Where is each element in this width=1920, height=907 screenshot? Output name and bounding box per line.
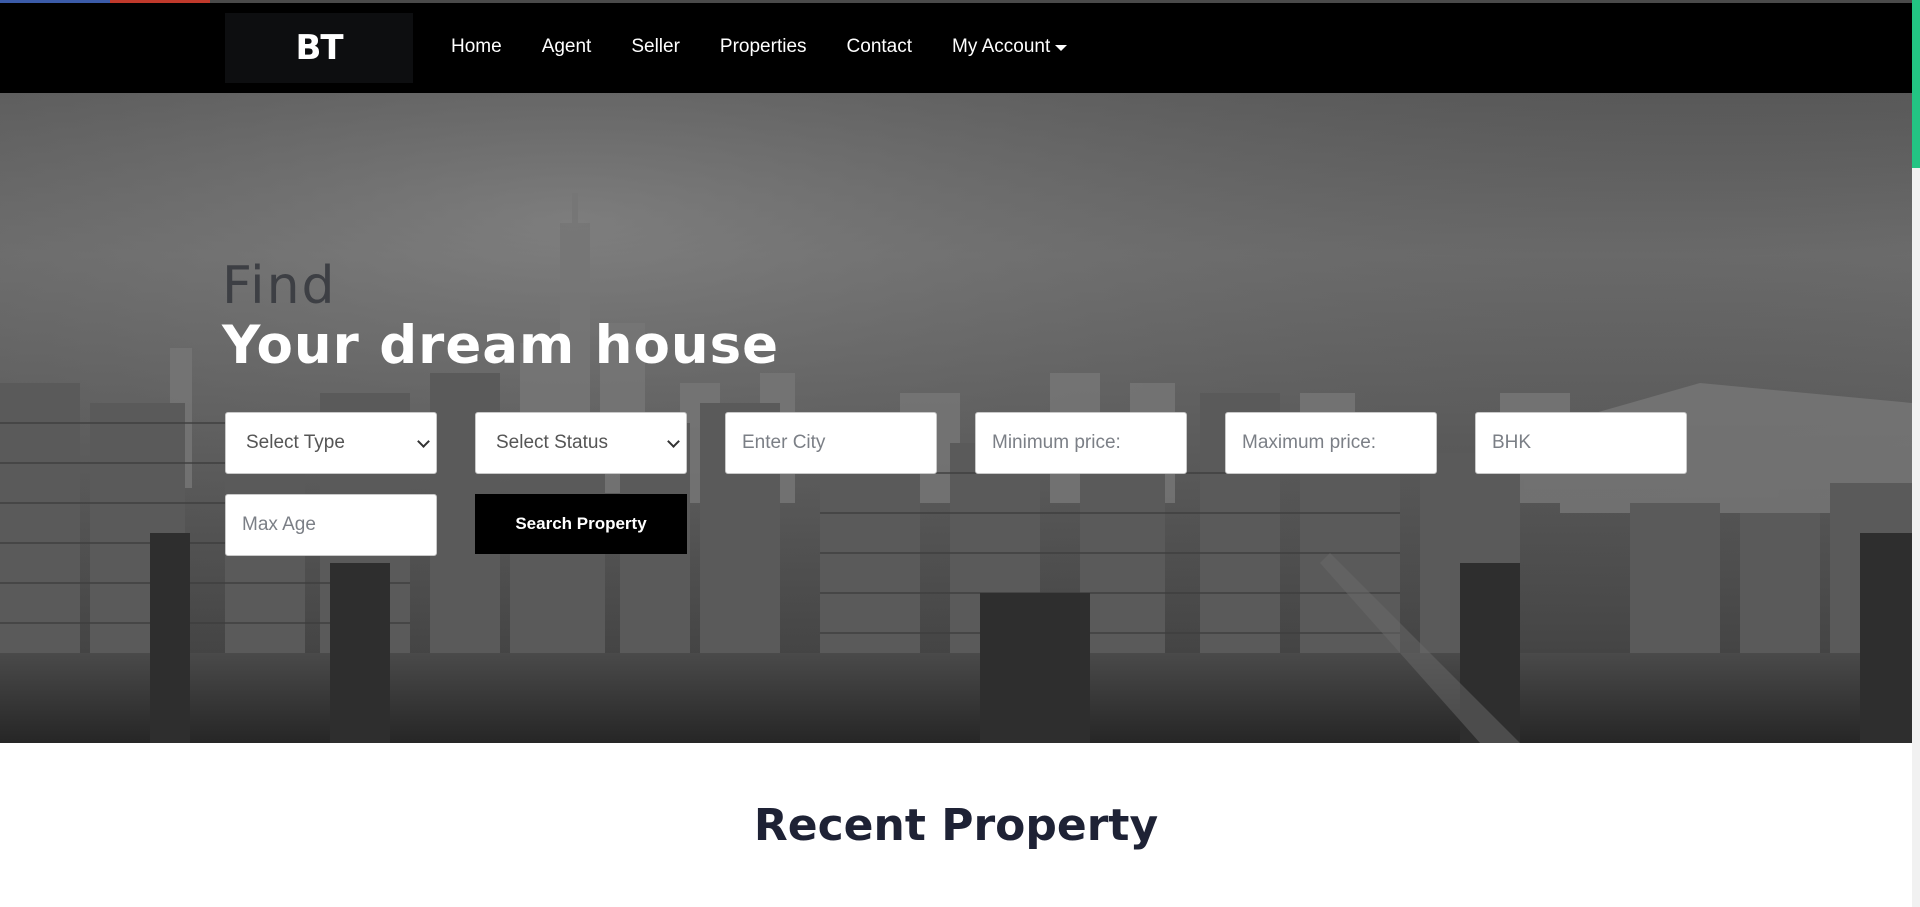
select-status-value: Select Status: [496, 432, 608, 453]
search-property-button[interactable]: Search Property: [475, 494, 687, 554]
nav-link-home[interactable]: Home: [431, 36, 522, 58]
nav-link-contact[interactable]: Contact: [827, 36, 932, 58]
hero-banner: Find Your dream house Select Type Select…: [0, 93, 1912, 743]
min-price-placeholder: Minimum price:: [992, 432, 1121, 453]
page-scrollbar[interactable]: [1912, 0, 1920, 907]
select-status[interactable]: Select Status: [475, 412, 687, 474]
min-price-input[interactable]: Minimum price:: [975, 412, 1187, 474]
nav-my-account-dropdown[interactable]: My Account: [932, 36, 1087, 58]
site-logo[interactable]: BT: [225, 13, 413, 83]
hero-find-label: Find: [222, 256, 337, 316]
chevron-down-icon: [417, 435, 430, 448]
top-strip-blue: [0, 0, 110, 3]
city-input-placeholder: Enter City: [742, 432, 826, 453]
top-strip: [0, 0, 1920, 3]
max-price-input[interactable]: Maximum price:: [1225, 412, 1437, 474]
city-input[interactable]: Enter City: [725, 412, 937, 474]
nav-link-agent[interactable]: Agent: [522, 36, 612, 58]
bhk-placeholder: BHK: [1492, 432, 1532, 453]
select-type-value: Select Type: [246, 432, 345, 453]
recent-property-heading: Recent Property: [753, 800, 1159, 851]
max-age-placeholder: Max Age: [242, 514, 316, 535]
max-age-input[interactable]: Max Age: [225, 494, 437, 556]
nav-link-seller[interactable]: Seller: [611, 36, 700, 58]
nav-link-properties[interactable]: Properties: [700, 36, 827, 58]
bhk-input[interactable]: BHK: [1475, 412, 1687, 474]
select-type[interactable]: Select Type: [225, 412, 437, 474]
caret-down-icon: [1055, 45, 1068, 51]
max-price-placeholder: Maximum price:: [1242, 432, 1377, 453]
scrollbar-thumb[interactable]: [1912, 0, 1920, 168]
chevron-down-icon: [667, 435, 680, 448]
nav-links: Home Agent Seller Properties Contact My …: [431, 0, 1087, 93]
top-strip-red: [110, 0, 210, 3]
logo-text: BT: [295, 28, 343, 68]
nav-my-account-label: My Account: [952, 35, 1051, 57]
navbar: BT Home Agent Seller Properties Contact …: [0, 0, 1912, 93]
hero-title: Your dream house: [222, 315, 780, 376]
